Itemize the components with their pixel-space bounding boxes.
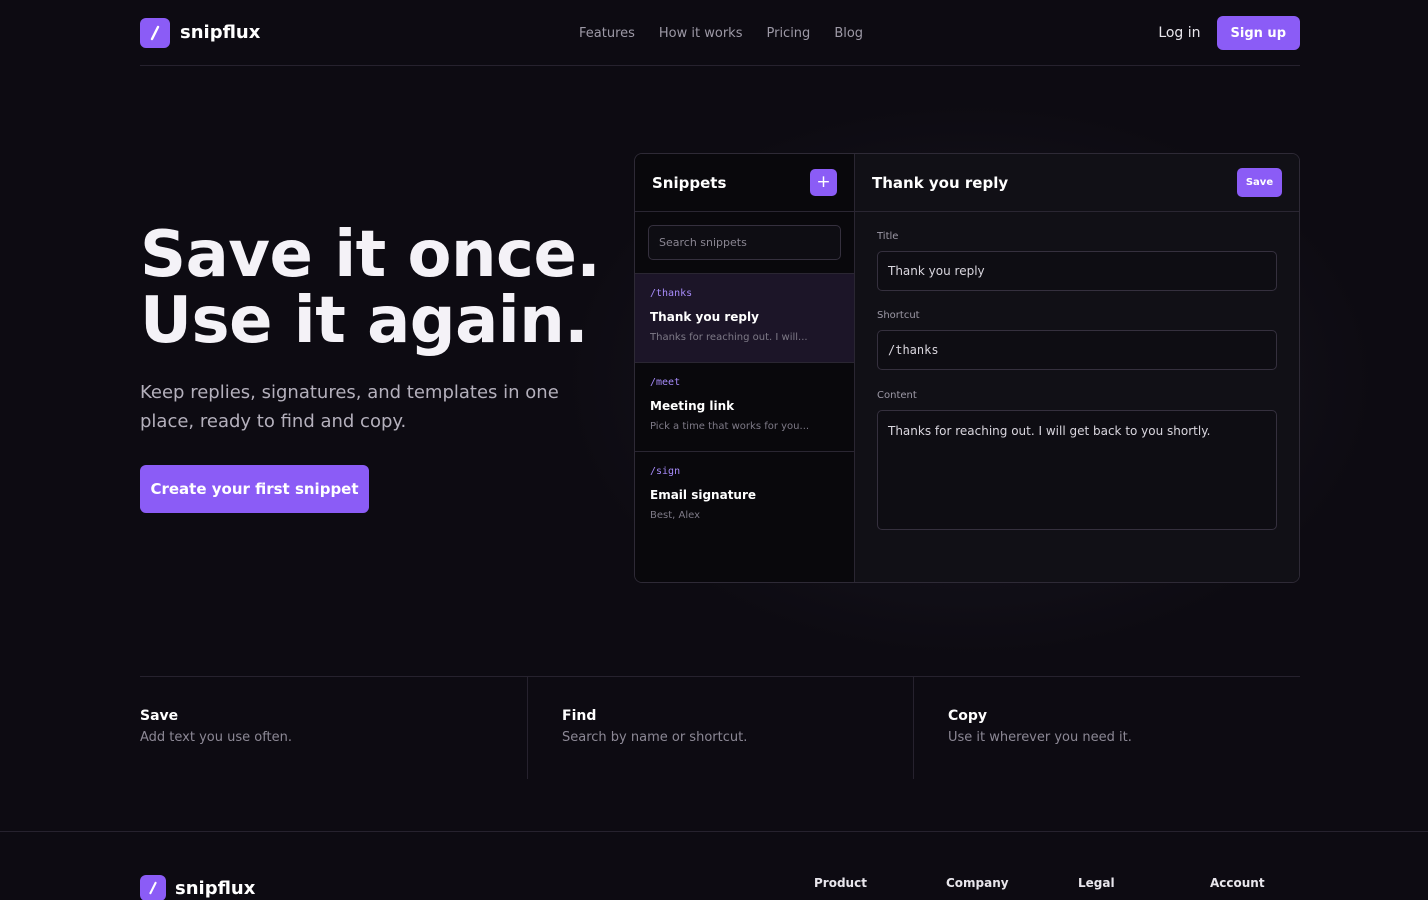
feature-copy: Copy Use it wherever you need it. [914, 677, 1300, 779]
title-field[interactable]: Thank you reply [877, 251, 1277, 291]
feature-title: Save [140, 708, 179, 724]
feature-title: Copy [948, 708, 988, 724]
snippet-shortcut: /thanks [650, 288, 693, 299]
sidebar-title: Snippets [652, 173, 727, 192]
footer-column-account: Account [1210, 876, 1265, 890]
nav-link-how-it-works[interactable]: How it works [659, 26, 743, 41]
footer-brand[interactable]: snipflux [140, 875, 255, 900]
signup-button[interactable]: Sign up [1216, 16, 1300, 50]
brand-name: snipflux [180, 22, 261, 43]
nav-link-pricing[interactable]: Pricing [766, 26, 810, 41]
feature-description: Search by name or shortcut. [562, 730, 748, 745]
footer-column-legal: Legal [1078, 876, 1115, 890]
search-container [635, 212, 854, 274]
sidebar-header: Snippets + [635, 154, 854, 212]
footer-column-product: Product [814, 876, 867, 890]
footer: snipflux Product Company Legal Account [0, 831, 1428, 900]
editor-header: Thank you reply Save [855, 154, 1299, 212]
login-link[interactable]: Log in [1158, 25, 1200, 41]
hero-title-line-2: Use it again. [140, 284, 589, 358]
nav-link-blog[interactable]: Blog [834, 26, 863, 41]
shortcut-field-label: Shortcut [877, 310, 920, 321]
slash-logo-icon [140, 17, 170, 48]
footer-brand-name: snipflux [175, 877, 256, 899]
plus-icon: + [816, 172, 831, 192]
snippet-title: Meeting link [650, 399, 735, 413]
feature-save: Save Add text you use often. [140, 677, 528, 779]
snippet-shortcut: /meet [650, 377, 681, 388]
snippet-list-item[interactable]: /meet Meeting link Pick a time that work… [635, 363, 854, 452]
title-field-label: Title [877, 231, 899, 242]
features-row: Save Add text you use often. Find Search… [140, 676, 1300, 779]
nav-link-features[interactable]: Features [579, 26, 635, 41]
brand-logo[interactable]: snipflux [140, 17, 261, 48]
feature-description: Use it wherever you need it. [948, 730, 1132, 745]
snippet-list-item[interactable]: /thanks Thank you reply Thanks for reach… [635, 274, 854, 363]
search-input[interactable] [648, 225, 841, 260]
feature-title: Find [562, 708, 597, 724]
feature-description: Add text you use often. [140, 730, 293, 745]
snippet-list-item[interactable]: /sign Email signature Best, Alex [635, 452, 854, 541]
shortcut-field[interactable]: /thanks [877, 330, 1277, 370]
hero-title: Save it once. Use it again. [140, 218, 601, 358]
snippet-shortcut: /sign [650, 466, 681, 477]
hero-title-line-1: Save it once. [140, 218, 601, 292]
content-textarea[interactable]: Thanks for reaching out. I will get back… [877, 410, 1277, 530]
nav-actions: Log in Sign up [1158, 16, 1300, 50]
top-nav: snipflux Features How it works Pricing B… [140, 0, 1300, 66]
snippet-preview: Thanks for reaching out. I will... [650, 332, 808, 343]
snippet-preview: Best, Alex [650, 510, 701, 521]
nav-links: Features How it works Pricing Blog [579, 0, 863, 66]
snippet-preview: Pick a time that works for you... [650, 421, 810, 432]
add-snippet-button[interactable]: + [810, 169, 837, 196]
snippet-title: Thank you reply [650, 310, 759, 324]
create-snippet-button[interactable]: Create your first snippet [140, 465, 369, 513]
slash-logo-icon [140, 875, 166, 900]
snippets-sidebar: Snippets + /thanks Thank you reply Thank… [635, 154, 855, 582]
content-field-label: Content [877, 390, 917, 401]
hero-subtitle: Keep replies, signatures, and templates … [140, 382, 559, 432]
snippet-title: Email signature [650, 488, 757, 502]
footer-column-company: Company [946, 876, 1009, 890]
editor-title: Thank you reply [872, 173, 1009, 192]
feature-find: Find Search by name or shortcut. [528, 677, 914, 779]
snippet-editor: Thank you reply Save Title Thank you rep… [855, 154, 1299, 582]
app-mockup: Snippets + /thanks Thank you reply Thank… [634, 153, 1300, 583]
save-button[interactable]: Save [1237, 168, 1282, 197]
